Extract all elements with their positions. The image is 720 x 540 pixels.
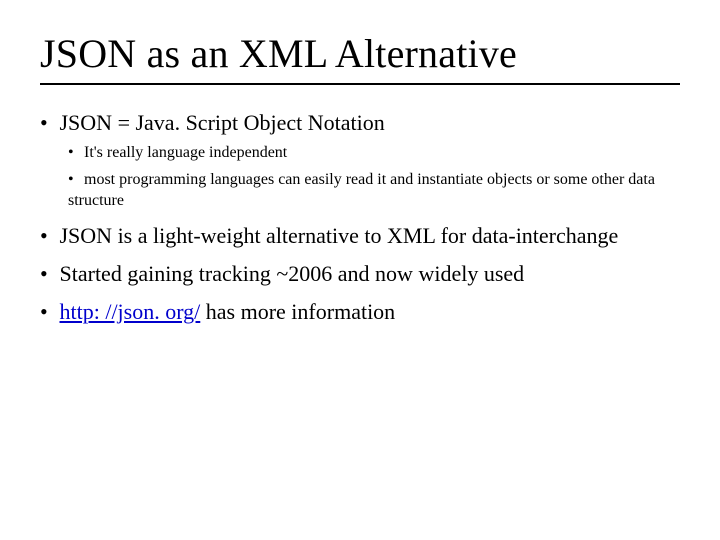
bullet-level1: • JSON is a light-weight alternative to … bbox=[40, 222, 680, 250]
bullet-text: JSON = Java. Script Object Notation bbox=[60, 110, 385, 135]
slide-body: • JSON = Java. Script Object Notation • … bbox=[0, 85, 720, 326]
bullet-level1: • http: //json. org/ has more informatio… bbox=[40, 298, 680, 326]
slide: JSON as an XML Alternative • JSON = Java… bbox=[0, 0, 720, 540]
bullet-text: has more information bbox=[200, 299, 395, 324]
json-org-link[interactable]: http: //json. org/ bbox=[60, 299, 201, 324]
bullet-text: Started gaining tracking ~2006 and now w… bbox=[60, 261, 525, 286]
bullet-dot-icon: • bbox=[68, 143, 80, 164]
bullet-text: It's really language independent bbox=[84, 144, 287, 161]
slide-title: JSON as an XML Alternative bbox=[40, 30, 680, 85]
bullet-level1: • Started gaining tracking ~2006 and now… bbox=[40, 260, 680, 288]
bullet-dot-icon: • bbox=[40, 109, 54, 137]
bullet-text: JSON is a light-weight alternative to XM… bbox=[60, 223, 619, 248]
bullet-dot-icon: • bbox=[40, 260, 54, 288]
bullet-text: most programming languages can easily re… bbox=[68, 171, 655, 209]
title-wrap: JSON as an XML Alternative bbox=[0, 0, 720, 85]
bullet-level2: • It's really language independent bbox=[68, 143, 680, 164]
bullet-dot-icon: • bbox=[40, 298, 54, 326]
bullet-dot-icon: • bbox=[68, 170, 80, 191]
bullet-level1: • JSON = Java. Script Object Notation bbox=[40, 109, 680, 137]
bullet-dot-icon: • bbox=[40, 222, 54, 250]
bullet-level2: • most programming languages can easily … bbox=[68, 170, 680, 212]
